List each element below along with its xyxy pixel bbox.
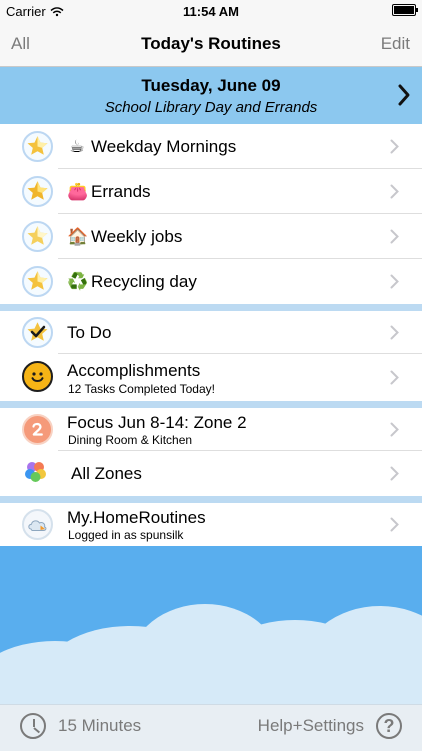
routine-text: Weekly jobs	[91, 227, 183, 246]
all-zones-label: All Zones	[71, 464, 142, 483]
star-icon	[22, 266, 53, 297]
chevron-right-icon	[390, 466, 399, 481]
status-bar: Carrier 11:54 AM	[0, 0, 422, 22]
status-time: 11:54 AM	[183, 4, 239, 19]
house-icon: 🏠	[67, 227, 89, 246]
routine-row-errands[interactable]: 👛 Errands	[0, 169, 422, 214]
bottom-toolbar: 15 Minutes Help+Settings ?	[0, 704, 422, 751]
star-icon	[22, 176, 53, 207]
routine-row-weekly-jobs[interactable]: 🏠 Weekly jobs	[0, 214, 422, 259]
tasks-section: To Do Accomplishments 12 Tasks Completed…	[0, 311, 422, 401]
todo-label: To Do	[67, 323, 112, 342]
navigation-bar: All Today's Routines Edit	[0, 22, 422, 67]
help-settings-label: Help+Settings	[257, 716, 364, 735]
chevron-right-icon	[390, 422, 399, 437]
account-subtitle: Logged in as spunsilk	[68, 528, 184, 542]
number-two-icon	[22, 414, 53, 445]
routine-label: 🏠 Weekly jobs	[67, 227, 182, 247]
checkmark-star-icon	[22, 317, 53, 348]
date-banner[interactable]: Tuesday, June 09 School Library Day and …	[0, 67, 422, 124]
chevron-right-icon	[390, 139, 399, 154]
timer-control[interactable]: 15 Minutes	[20, 713, 141, 739]
help-icon: ?	[376, 713, 402, 739]
routine-row-weekday-mornings[interactable]: ☕ Weekday Mornings	[0, 124, 422, 169]
sky-background	[0, 546, 422, 704]
chevron-right-icon	[390, 274, 399, 289]
focus-zone-subtitle: Dining Room & Kitchen	[68, 433, 193, 447]
account-section: My.HomeRoutines Logged in as spunsilk	[0, 503, 422, 546]
chevron-right-icon	[390, 229, 399, 244]
zone-circles-icon	[22, 458, 53, 489]
accomplishments-label: Accomplishments	[67, 361, 201, 380]
battery-icon	[392, 4, 418, 16]
routine-label: ♻️ Recycling day	[67, 272, 197, 292]
edit-button[interactable]: Edit	[381, 34, 410, 54]
focus-zone-label: Focus Jun 8-14: Zone 2	[67, 413, 247, 432]
routine-text: Errands	[91, 182, 151, 201]
account-label: My.HomeRoutines	[67, 508, 206, 527]
cloud-icon	[22, 509, 53, 540]
section-separator	[0, 496, 422, 503]
routine-label: ☕ Weekday Mornings	[67, 137, 236, 157]
smiley-icon	[22, 361, 53, 392]
page-title: Today's Routines	[141, 34, 281, 53]
star-icon	[22, 131, 53, 162]
date-subtitle: School Library Day and Errands	[104, 99, 318, 116]
routine-text: Recycling day	[91, 272, 197, 291]
purse-icon: 👛	[67, 182, 89, 201]
accomplishments-subtitle: 12 Tasks Completed Today!	[68, 382, 215, 396]
timer-label: 15 Minutes	[58, 716, 142, 735]
routine-label: 👛 Errands	[67, 182, 151, 202]
focus-zone-row[interactable]: Focus Jun 8-14: Zone 2 Dining Room & Kit…	[0, 408, 422, 451]
section-separator	[0, 401, 422, 408]
star-icon	[22, 221, 53, 252]
accomplishments-row[interactable]: Accomplishments 12 Tasks Completed Today…	[0, 354, 422, 401]
routine-text: Weekday Mornings	[91, 137, 237, 156]
coffee-icon: ☕	[69, 137, 85, 156]
help-settings-control[interactable]: Help+Settings ?	[258, 713, 402, 739]
battery-group	[392, 4, 418, 16]
chevron-right-icon	[390, 517, 399, 532]
cloud-shape	[300, 606, 422, 704]
zones-section: Focus Jun 8-14: Zone 2 Dining Room & Kit…	[0, 408, 422, 496]
chevron-right-icon	[390, 370, 399, 385]
recycle-icon: ♻️	[67, 272, 89, 291]
chevron-right-icon	[390, 325, 399, 340]
routine-row-recycling-day[interactable]: ♻️ Recycling day	[0, 259, 422, 304]
routines-section: ☕ Weekday Mornings 👛 Errands 🏠 Weekly jo…	[0, 124, 422, 304]
all-zones-row[interactable]: All Zones	[0, 451, 422, 496]
section-separator	[0, 304, 422, 311]
chevron-right-icon[interactable]	[396, 83, 412, 107]
account-row[interactable]: My.HomeRoutines Logged in as spunsilk	[0, 503, 422, 546]
timer-icon	[20, 713, 46, 739]
date-title: Tuesday, June 09	[141, 76, 281, 95]
todo-row[interactable]: To Do	[0, 311, 422, 354]
chevron-right-icon	[390, 184, 399, 199]
